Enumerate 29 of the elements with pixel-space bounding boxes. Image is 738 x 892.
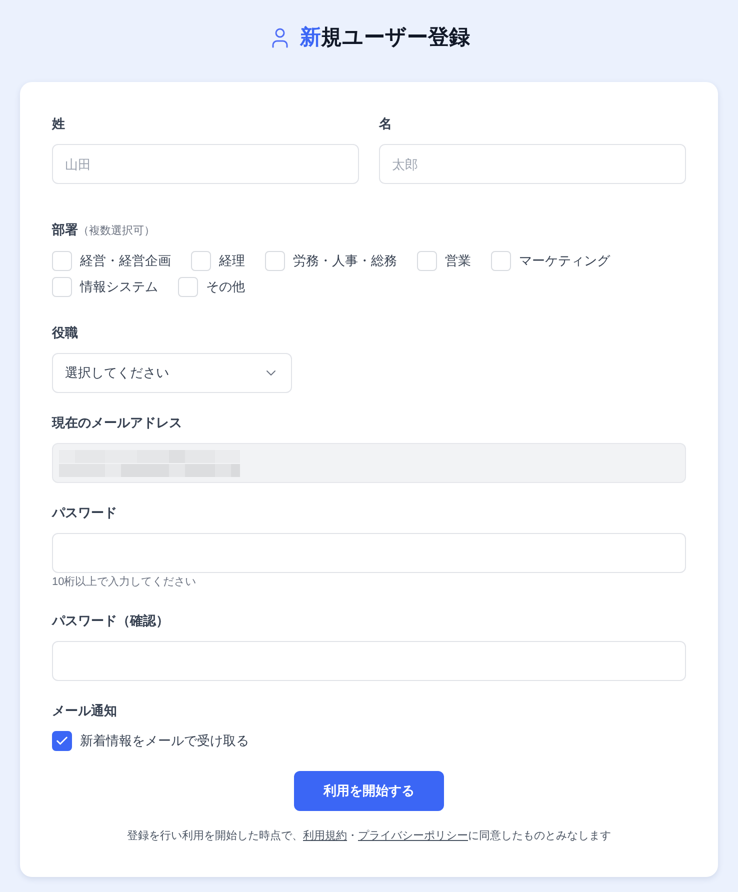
input-field[interactable]: 山田 [52,144,359,184]
checkbox-label[interactable]: 経理 [219,251,245,271]
field-label: パスワード（確認） [52,612,170,630]
password-field[interactable] [52,641,686,681]
hint-text: 10桁以上で入力してください [52,575,198,590]
input-field[interactable]: 太郎 [379,144,686,184]
link[interactable]: 利用規約 [303,830,347,842]
page-title: 新規ユーザー登録 [0,22,738,54]
field-label: 名 [379,115,393,133]
field-note: （複数選択可） [78,224,155,239]
link[interactable]: プライバシーポリシー [358,830,468,842]
consent-notice: 登録を行い利用を開始した時点で、利用規約・プライバシーポリシーに同意したものとみなします [126,828,612,844]
field-label: 部署 [52,221,78,239]
select-field[interactable]: 選択してください [52,353,292,393]
checkbox-label[interactable]: 労務・人事・総務 [293,251,397,271]
checkbox[interactable] [52,731,72,751]
checkbox-label[interactable]: マーケティング [519,251,610,271]
field-label: 現在のメールアドレス [52,414,183,432]
field-label: メール通知 [52,702,118,720]
checkbox-label[interactable]: 情報システム [80,277,158,297]
field-label: パスワード [52,504,118,522]
field-label: 姓 [52,115,66,133]
checkbox-label[interactable]: 営業 [445,251,471,271]
field-label: 役職 [52,324,79,342]
checkbox-label[interactable]: その他 [206,277,245,297]
checkbox-label[interactable]: 経営・経営企画 [80,251,171,271]
start-button[interactable]: 利用を開始する [294,771,444,811]
checkbox-label[interactable]: 新着情報をメールで受け取る [80,731,249,751]
password-field[interactable] [52,533,686,573]
